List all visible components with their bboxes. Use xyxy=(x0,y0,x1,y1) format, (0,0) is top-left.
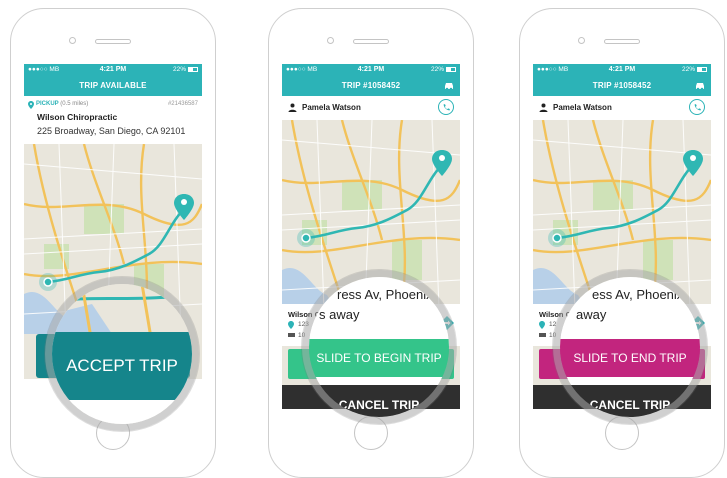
person-icon xyxy=(288,103,297,112)
magnified-gap xyxy=(560,377,700,385)
call-button[interactable] xyxy=(438,99,454,115)
battery-icon xyxy=(188,67,198,72)
battery-percent: 22% xyxy=(430,66,444,73)
map-pin-icon xyxy=(28,101,34,109)
magnified-address: ess Av, Phoenix xyxy=(592,287,684,302)
car-icon[interactable] xyxy=(694,80,706,92)
speaker-icon xyxy=(353,39,389,44)
pickup-address: 225 Broadway, San Diego, CA 92101 xyxy=(37,126,186,136)
map-pin-icon xyxy=(539,321,545,329)
car-small-icon xyxy=(288,333,295,337)
magnifier-begin: ress Av, Phoenix s away SLIDE TO BEGIN T… xyxy=(302,270,456,424)
battery-icon xyxy=(446,67,456,72)
phone-icon xyxy=(443,103,450,110)
magnified-gap xyxy=(309,377,449,385)
pickup-distance: (0.5 miles) xyxy=(60,101,89,107)
page-title: TRIP #1058452 xyxy=(533,76,711,96)
magnified-eta: s away xyxy=(319,307,360,322)
person-icon xyxy=(539,103,548,112)
call-button[interactable] xyxy=(689,99,705,115)
magnified-address: ress Av, Phoenix xyxy=(337,287,433,302)
pickup-text: PICKUP xyxy=(36,101,59,107)
battery-label: 22% xyxy=(173,66,198,73)
magnified-destination: ess Av, Phoenix away xyxy=(560,277,700,337)
phone-icon xyxy=(694,103,701,110)
magnified-slide-end-button[interactable]: SLIDE TO END TRIP xyxy=(560,339,700,377)
battery-icon xyxy=(697,67,707,72)
battery-label: 22% xyxy=(682,66,707,73)
car-small-icon xyxy=(539,333,546,337)
magnified-slide-begin-button[interactable]: SLIDE TO BEGIN TRIP xyxy=(309,339,449,377)
battery-label: 22% xyxy=(431,66,456,73)
passenger-name: Pamela Watson xyxy=(553,103,612,112)
status-bar: ●●●○○ MB 4:21 PM 22% xyxy=(282,64,460,76)
magnifier-accept: ACCEPT TRIP xyxy=(45,277,199,431)
passenger-bar: Pamela Watson xyxy=(282,96,460,121)
magnifier-end: ess Av, Phoenix away SLIDE TO END TRIP C… xyxy=(553,270,707,424)
status-bar: ●●●○○ MB 4:21 PM 22% xyxy=(533,64,711,76)
camera-icon xyxy=(327,37,334,44)
speaker-icon xyxy=(95,39,131,44)
business-name: Wilson Chiropractic xyxy=(37,112,118,122)
trip-id: #21436587 xyxy=(167,101,198,107)
speaker-icon xyxy=(604,39,640,44)
battery-percent: 22% xyxy=(172,66,186,73)
camera-icon xyxy=(578,37,585,44)
magnified-eta: away xyxy=(576,307,607,322)
pickup-label: PICKUP (0.5 miles) xyxy=(36,101,88,107)
magnified-accept-button[interactable]: ACCEPT TRIP xyxy=(52,332,192,400)
status-bar: ●●●○○ MB 4:21 PM 22% xyxy=(24,64,202,76)
passenger-bar: Pamela Watson xyxy=(533,96,711,121)
page-title: TRIP AVAILABLE xyxy=(24,76,202,96)
magnified-destination: ress Av, Phoenix s away xyxy=(309,277,449,337)
passenger-name: Pamela Watson xyxy=(302,103,361,112)
map-pin-icon xyxy=(288,321,294,329)
pickup-card[interactable]: PICKUP (0.5 miles) #21436587 Wilson Chir… xyxy=(24,96,202,144)
page-title: TRIP #1058452 xyxy=(282,76,460,96)
camera-icon xyxy=(69,37,76,44)
car-icon[interactable] xyxy=(443,80,455,92)
battery-percent: 22% xyxy=(681,66,695,73)
